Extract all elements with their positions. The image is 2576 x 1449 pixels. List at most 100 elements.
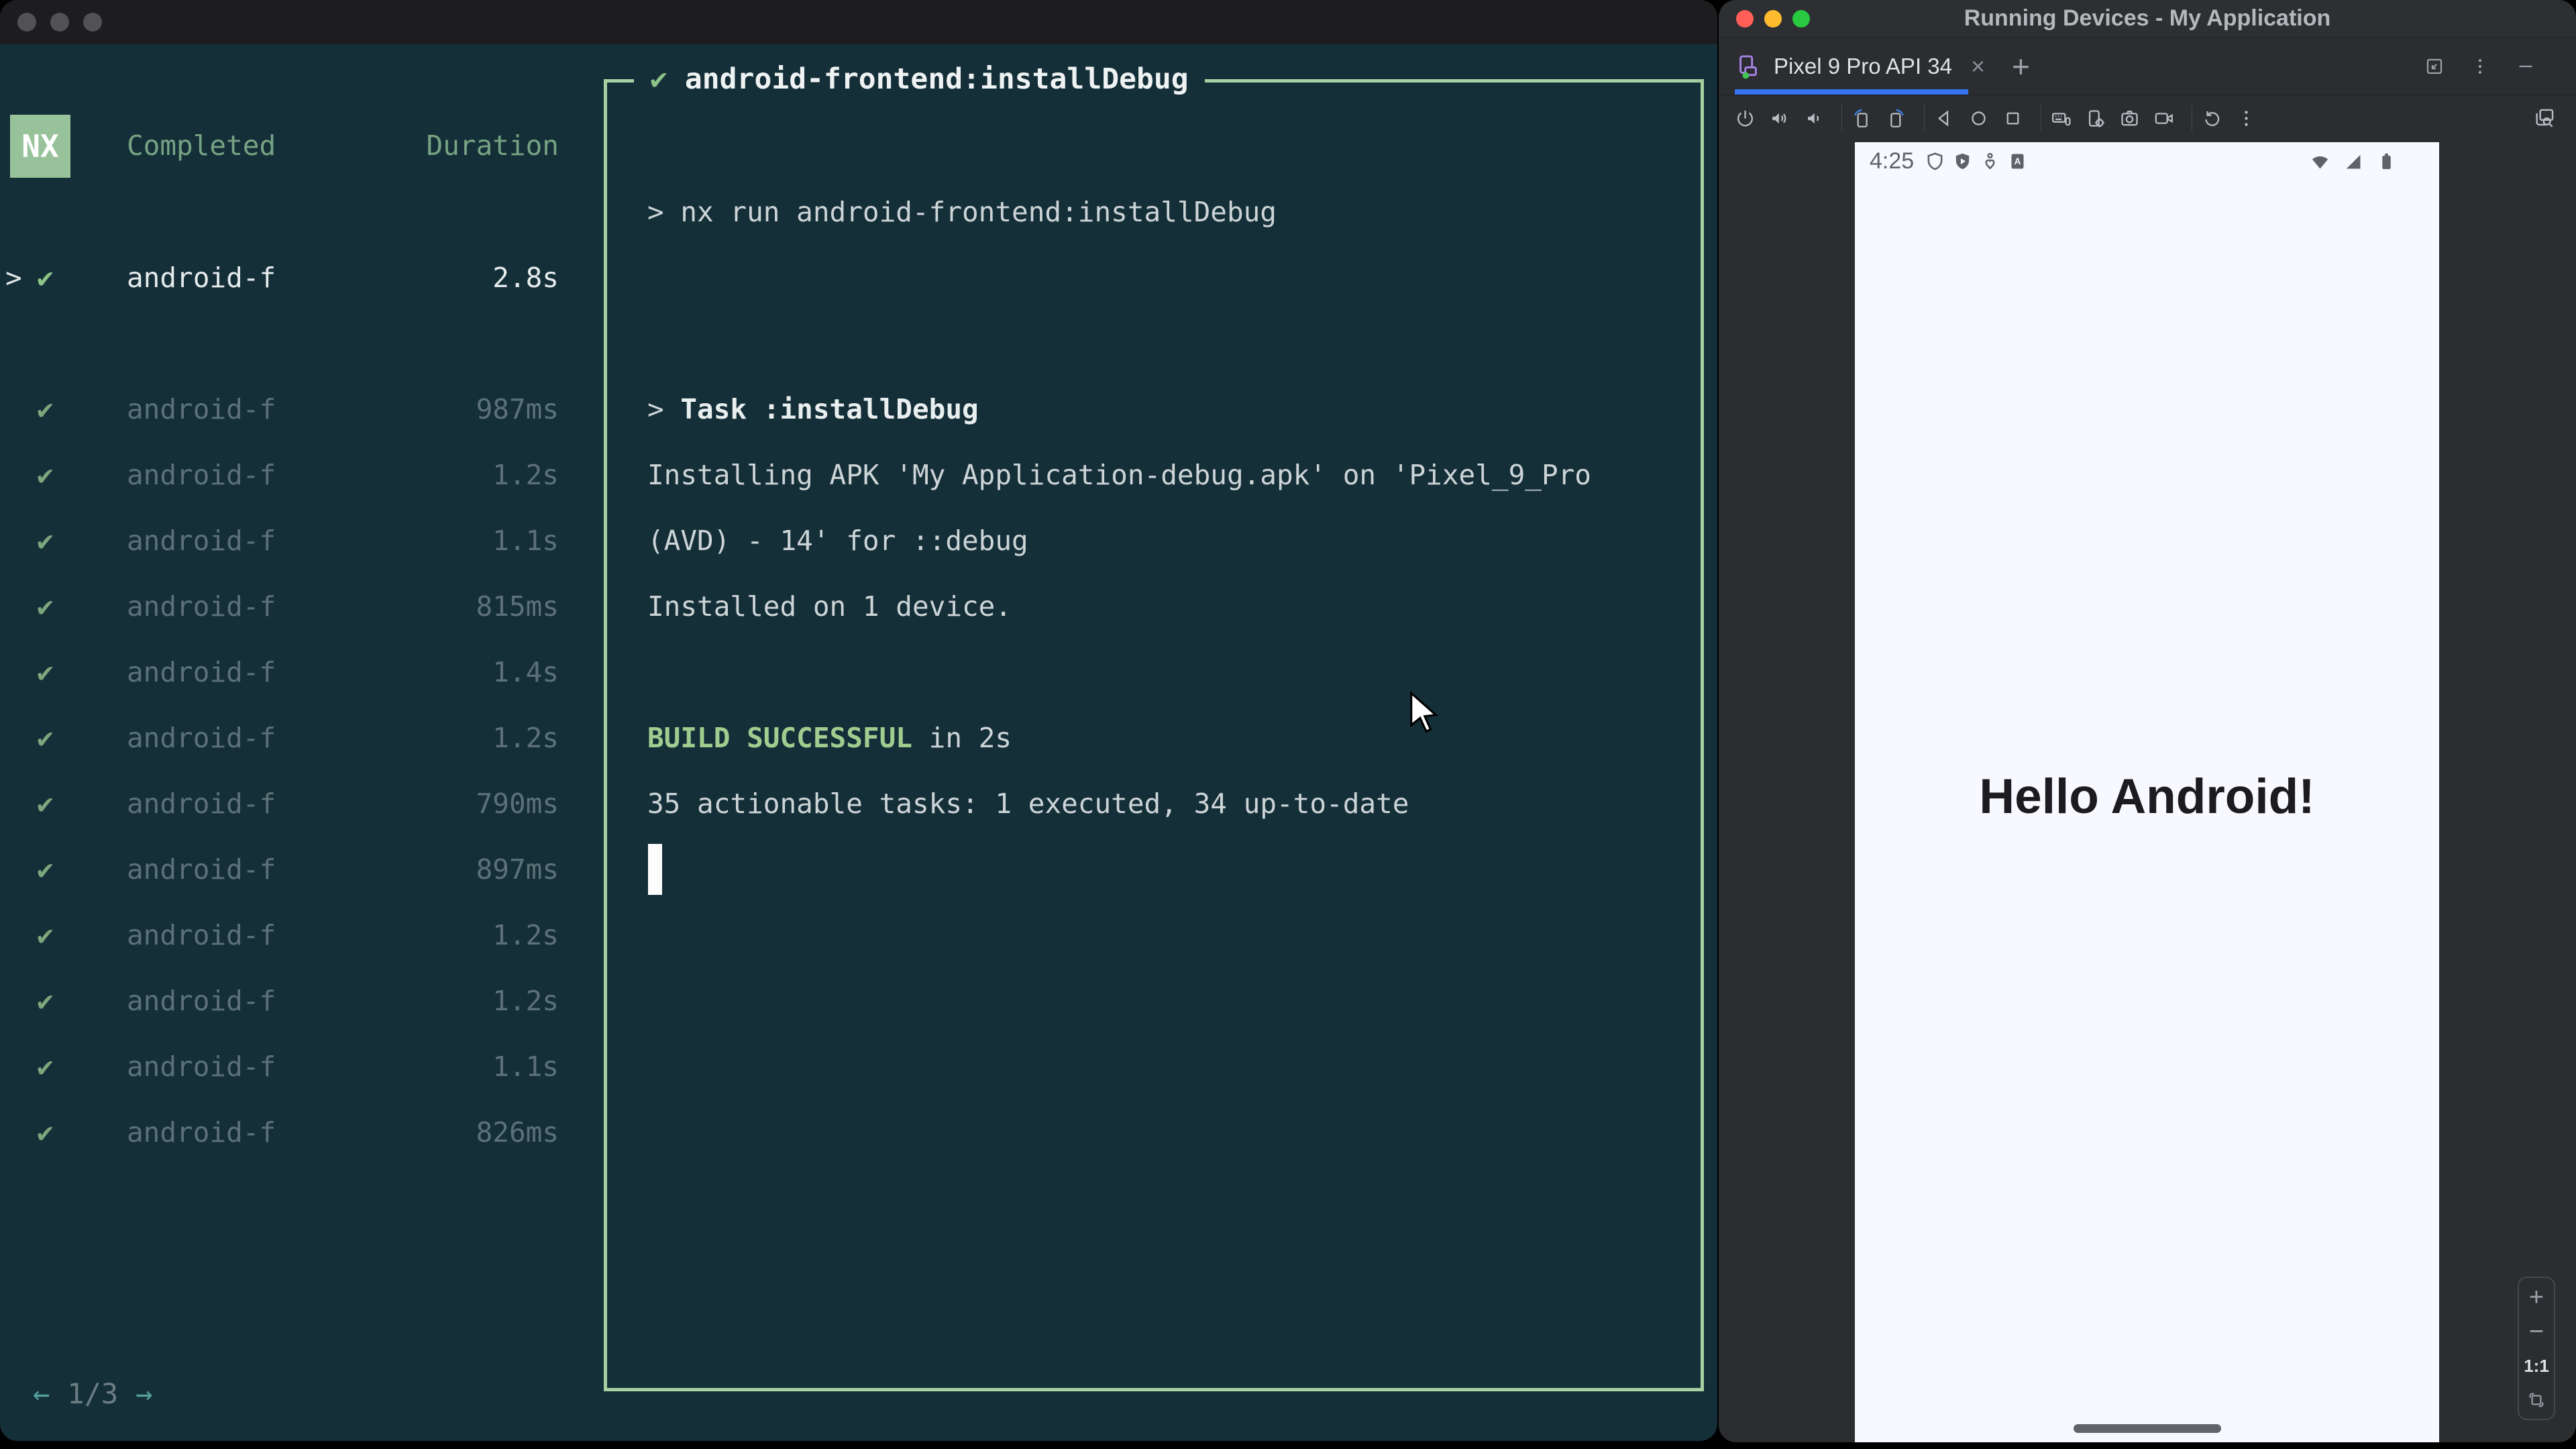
toolbar-divider (1841, 105, 1842, 131)
output-line: BUILD SUCCESSFUL in 2s (647, 722, 1012, 754)
output-line: > Task :installDebug (647, 393, 979, 425)
wifi-icon (2310, 151, 2330, 172)
task-row[interactable]: ✔ android-f 1.2s (0, 705, 559, 771)
column-header-duration: Duration (426, 129, 559, 162)
new-tab-icon[interactable]: + (2012, 48, 2030, 85)
output-pane-title: ✔ android-frontend:installDebug (634, 60, 1205, 98)
pagination: ← 1/3 → (33, 1360, 152, 1426)
check-icon: ✔ (37, 853, 54, 885)
task-row[interactable]: ✔ android-f 987ms (0, 376, 559, 442)
nx-logo: NX (10, 115, 70, 178)
task-row[interactable]: ✔ android-f 815ms (0, 574, 559, 639)
power-icon[interactable] (1735, 108, 1756, 129)
studio-titlebar: Running Devices - My Application (1719, 0, 2576, 38)
task-row[interactable]: ✔ android-f 897ms (0, 837, 559, 902)
close-tab-icon[interactable]: × (1971, 52, 1985, 80)
task-row[interactable]: ✔ android-f 790ms (0, 771, 559, 837)
task-row[interactable]: ✔ android-f 826ms (0, 1099, 559, 1165)
active-tab-indicator (1735, 89, 1968, 95)
mouse-pointer (1407, 690, 1439, 735)
tab-pixel-9-pro[interactable]: Pixel 9 Pro API 34 × (1735, 38, 1989, 95)
screenshot-icon[interactable] (2119, 108, 2140, 129)
auto-fill-icon: A (2007, 151, 2028, 172)
volume-down-icon[interactable] (1803, 108, 1824, 129)
recents-icon[interactable] (2002, 108, 2023, 129)
task-rows: ✔ android-f 987ms ✔ android-f 1.2s ✔ android-f 1… (0, 376, 559, 1165)
task-duration: 897ms (476, 853, 559, 885)
volume-up-icon[interactable] (1769, 108, 1790, 129)
task-row[interactable]: ✔ android-f 1.1s (0, 1034, 559, 1099)
output-line: Installed on 1 device. (647, 590, 1012, 623)
rotate-left-icon[interactable] (1851, 108, 1872, 129)
task-row[interactable]: ✔ android-f 1.1s (0, 508, 559, 574)
hello-android-text: Hello Android! (1979, 769, 2315, 824)
prev-page-arrow-icon[interactable]: ← (33, 1377, 50, 1410)
rotate-right-icon[interactable] (1886, 108, 1907, 129)
check-icon: ✔ (37, 1116, 54, 1148)
zoom-controls: + − 1:1 (2518, 1277, 2555, 1420)
back-icon[interactable] (1934, 108, 1955, 129)
task-duration: 1.2s (492, 985, 559, 1017)
task-row[interactable]: ✔ android-f 1.4s (0, 639, 559, 705)
task-name: android-f (127, 919, 276, 951)
restart-icon[interactable] (2202, 108, 2222, 129)
window-title: Running Devices - My Application (1964, 5, 2331, 31)
screen-record-icon[interactable] (2153, 108, 2174, 129)
status-time: 4:25 (1870, 148, 1915, 174)
zoom-out-button[interactable]: − (2529, 1319, 2544, 1344)
check-icon: ✔ (37, 722, 54, 754)
traffic-zoom-icon[interactable] (83, 13, 102, 32)
task-duration: 987ms (476, 393, 559, 425)
check-icon: ✔ (37, 788, 54, 820)
tool-window-controls (2424, 56, 2560, 76)
emulator-screen[interactable]: 4:25 A Hello Android! (1855, 142, 2439, 1442)
task-name: android-f (127, 393, 276, 425)
task-row[interactable]: ✔ android-f 1.2s (0, 442, 559, 508)
output-task-title: android-frontend:installDebug (684, 62, 1189, 96)
column-header-completed: Completed (127, 129, 276, 162)
check-icon: ✔ (37, 656, 54, 688)
check-icon: ✔ (37, 393, 54, 425)
running-devices-window: Running Devices - My Application Pixel 9… (1719, 0, 2576, 1442)
device-snapshots-icon[interactable] (2533, 107, 2556, 129)
traffic-minimize-icon[interactable] (50, 13, 69, 32)
zoom-in-button[interactable]: + (2529, 1285, 2544, 1310)
task-duration: 1.2s (492, 919, 559, 951)
traffic-close-icon[interactable] (17, 13, 36, 32)
task-duration: 1.1s (492, 1051, 559, 1083)
task-name: android-f (127, 656, 276, 688)
output-lines: > nx run android-frontend:installDebug >… (647, 179, 1591, 837)
task-duration: 826ms (476, 1116, 559, 1148)
selection-caret: > (5, 262, 22, 294)
output-line: Installing APK 'My Application-debug.apk… (647, 459, 1591, 491)
next-page-arrow-icon[interactable]: → (136, 1377, 152, 1410)
more-vert-icon[interactable] (2470, 56, 2490, 76)
hardware-input-icon[interactable] (2051, 108, 2072, 129)
phone-device-icon (1735, 53, 1762, 80)
task-name: android-f (127, 525, 276, 557)
task-name: android-f (127, 853, 276, 885)
float-window-icon[interactable] (2424, 56, 2445, 76)
terminal-cursor (648, 844, 662, 895)
shield-icon (1925, 151, 1945, 172)
task-name: android-f (127, 722, 276, 754)
shield-play-icon (1952, 151, 1973, 172)
more-icon[interactable] (2236, 108, 2257, 129)
task-row-selected[interactable]: > ✔ android-f 2.8s (0, 245, 559, 311)
output-line: (AVD) - 14' for ::debug (647, 525, 1028, 557)
device-settings-icon[interactable] (2085, 108, 2106, 129)
fit-screen-icon[interactable] (2527, 1391, 2546, 1409)
task-row[interactable]: ✔ android-f 1.2s (0, 968, 559, 1034)
task-name: android-f (127, 788, 276, 820)
home-icon[interactable] (1968, 108, 1989, 129)
task-row[interactable]: ✔ android-f 1.2s (0, 902, 559, 968)
actual-size-button[interactable]: 1:1 (2524, 1356, 2549, 1377)
navigation-handle[interactable] (2073, 1424, 2221, 1433)
check-icon: ✔ (37, 919, 54, 951)
hide-icon[interactable] (2516, 56, 2536, 76)
tab-label: Pixel 9 Pro API 34 (1774, 53, 1952, 78)
task-duration: 1.2s (492, 459, 559, 491)
output-line: 35 actionable tasks: 1 executed, 34 up-t… (647, 788, 1409, 820)
check-icon: ✔ (37, 590, 54, 623)
